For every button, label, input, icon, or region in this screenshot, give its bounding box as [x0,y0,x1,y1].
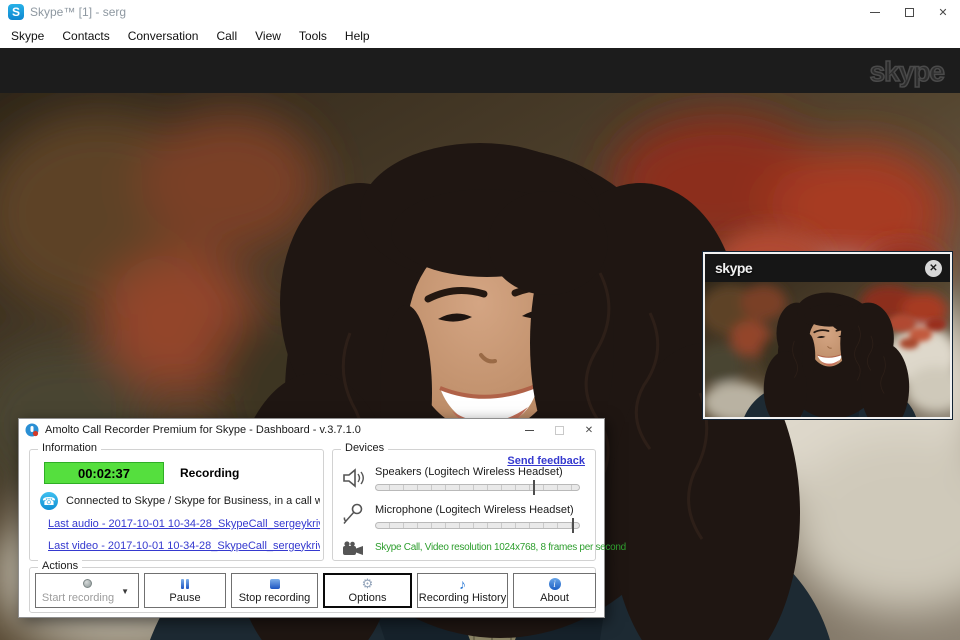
pip-titlebar: skype ✕ [705,254,950,282]
recorder-titlebar: Amolto Call Recorder Premium for Skype -… [19,419,604,441]
menu-item-contacts[interactable]: Contacts [53,25,118,47]
skype-titlebar: S Skype™ [1] - serg ✕ [0,0,960,24]
recorder-minimize-button[interactable] [514,419,544,441]
recorder-dialog: Amolto Call Recorder Premium for Skype -… [18,418,626,618]
menu-item-tools[interactable]: Tools [290,25,336,47]
last-audio-link[interactable]: Last audio - 2017-10-01 10-34-28_SkypeCa… [48,518,320,530]
info-icon: i [548,577,561,590]
last-video-link[interactable]: Last video - 2017-10-01 10-34-28_SkypeCa… [48,540,320,552]
options-button[interactable]: ⚙ Options [323,573,412,608]
speaker-icon [343,468,364,488]
pip-skype-logo: skype [715,260,753,276]
menu-item-skype[interactable]: Skype [2,25,53,47]
minimize-icon [870,11,880,13]
pause-button[interactable]: Pause [144,573,226,608]
recording-status: Recording [180,466,240,480]
gear-icon: ⚙ [361,575,374,591]
pause-icon [181,578,189,590]
about-button[interactable]: i About [513,573,596,608]
skype-logo: skype [869,55,946,88]
recording-timer: 00:02:37 [44,462,164,484]
phone-icon: ☎ [40,492,58,510]
actions-label: Actions [38,560,83,572]
recording-history-button[interactable]: ♪ Recording History [417,573,508,608]
close-button[interactable]: ✕ [926,0,960,24]
recorder-maximize-button[interactable] [544,419,574,441]
pip-close-button[interactable]: ✕ [925,259,942,277]
speakers-label: Speakers (Logitech Wireless Headset) [375,466,563,478]
information-group: Information 00:02:37 Recording ☎ Connect… [29,442,324,561]
connection-status: Connected to Skype / Skype for Business,… [66,495,320,507]
self-video-preview [705,282,950,417]
window-title: Skype™ [1] - serg [30,5,127,19]
microphone-slider-thumb[interactable] [571,518,574,533]
menu-item-view[interactable]: View [246,25,290,47]
menu-item-call[interactable]: Call [207,25,246,47]
microphone-icon [343,503,363,524]
menu-item-help[interactable]: Help [336,25,379,47]
speakers-slider-thumb[interactable] [533,480,536,495]
recorder-close-button[interactable]: ✕ [574,419,604,441]
camcorder-icon [343,541,363,555]
skype-header-band: skype [0,48,960,93]
devices-group: Devices Send feedback Speakers (Logitech… [332,442,626,561]
microphone-volume-slider[interactable] [375,518,580,533]
maximize-icon [904,7,914,17]
menu-item-conversation[interactable]: Conversation [119,25,208,47]
skype-app-icon: S [8,4,24,20]
microphone-label: Microphone (Logitech Wireless Headset) [375,504,574,516]
minimize-button[interactable] [858,0,892,24]
recorder-app-icon [25,423,39,437]
self-view-window[interactable]: skype ✕ [703,252,952,419]
devices-label: Devices [341,442,389,454]
speakers-volume-slider[interactable] [375,480,580,495]
recorder-minimize-icon [524,429,534,431]
maximize-button[interactable] [892,0,926,24]
start-recording-dropdown[interactable]: ▼ [121,587,129,596]
record-icon [82,579,92,588]
actions-group: Actions Start recording ▼ Pause Stop rec… [29,560,596,613]
stop-icon [269,578,280,590]
stop-recording-button[interactable]: Stop recording [231,573,318,608]
recorder-maximize-icon [554,425,564,435]
recorder-title: Amolto Call Recorder Premium for Skype -… [45,424,361,436]
menu-bar: Skype Contacts Conversation Call View To… [0,24,960,48]
start-recording-button[interactable]: Start recording ▼ [35,573,139,608]
music-note-icon: ♪ [459,575,466,592]
call-video-info: Skype Call, Video resolution 1024x768, 8… [375,542,626,553]
information-label: Information [38,442,102,454]
